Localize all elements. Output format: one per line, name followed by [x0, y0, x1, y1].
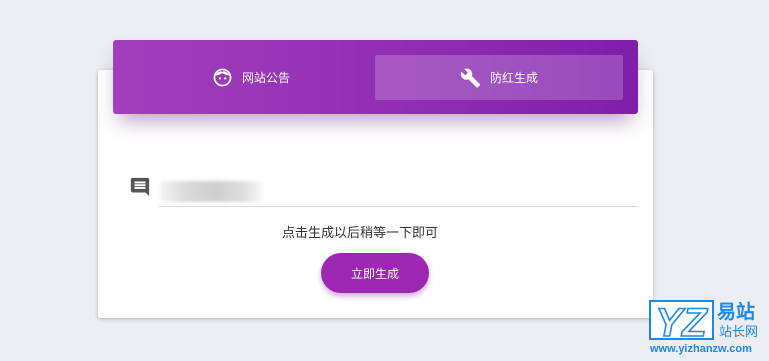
face-icon	[212, 67, 233, 88]
watermark-sub: 站长网	[719, 325, 758, 340]
tab-anti-red-label: 防红生成	[489, 71, 538, 85]
watermark-brand: 易站	[717, 300, 755, 323]
tab-anti-red[interactable]: 防红生成	[375, 55, 623, 100]
tab-announcement[interactable]: 网站公告	[127, 55, 375, 100]
url-input[interactable]	[158, 178, 638, 204]
url-input-field	[158, 178, 638, 207]
tab-header: 网站公告 防红生成	[113, 40, 638, 114]
generate-button[interactable]: 立即生成	[321, 253, 429, 293]
tab-announcement-label: 网站公告	[241, 71, 290, 85]
watermark-url: www.yizhanzw.com	[649, 343, 752, 355]
watermark-logo: YZ 易站 站长网 www.yizhanzw.com	[647, 298, 769, 357]
comment-icon	[129, 176, 151, 198]
watermark-letters: YZ	[655, 301, 708, 345]
hint-text: 点击生成以后稍等一下即可	[281, 226, 438, 241]
wrench-icon	[460, 67, 481, 88]
